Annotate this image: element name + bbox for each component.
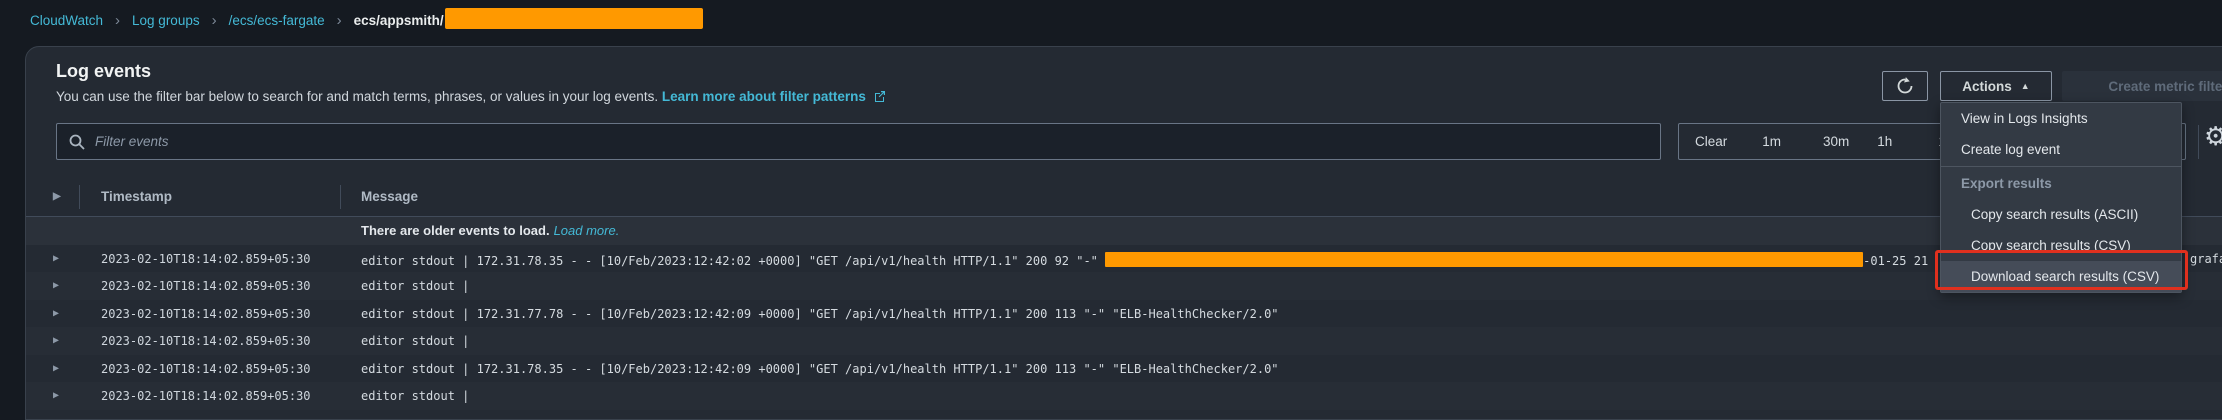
table-row[interactable]: ▶ 2023-02-10T18:14:02.859+05:30 editor s… <box>26 355 2222 383</box>
breadcrumb-log-groups[interactable]: Log groups <box>132 13 200 28</box>
table-row[interactable]: ▶ 2023-02-10T18:14:02.859+05:30 editor s… <box>26 327 2222 355</box>
timestamp-cell: 2023-02-10T18:14:02.859+05:30 <box>101 334 311 348</box>
time-range-1h[interactable]: 1h <box>1877 134 1892 149</box>
menu-section-export-results: Export results <box>1941 168 2181 199</box>
message-cell: editor stdout | 172.31.77.78 - - [10/Feb… <box>361 307 1279 321</box>
redaction-block-breadcrumb <box>445 8 703 29</box>
table-row[interactable]: ▶ 2023-02-10T18:14:02.859+05:30 editor s… <box>26 245 2222 273</box>
menu-item-create-log-event[interactable]: Create log event <box>1941 134 2181 165</box>
breadcrumb-separator: › <box>337 12 342 29</box>
learn-more-link[interactable]: Learn more about filter patterns <box>662 89 866 104</box>
timestamp-cell: 2023-02-10T18:14:02.859+05:30 <box>101 252 311 266</box>
message-cell: editor stdout | <box>361 334 469 348</box>
actions-button[interactable]: Actions ▲ <box>1940 71 2052 101</box>
refresh-button[interactable] <box>1882 71 1928 101</box>
timestamp-cell: 2023-02-10T18:14:02.859+05:30 <box>101 389 311 403</box>
table-row[interactable]: ▶ 2023-02-10T18:14:02.859+05:30 editor s… <box>26 272 2222 300</box>
timestamp-cell: 2023-02-10T18:14:02.859+05:30 <box>101 362 311 376</box>
expand-row-icon[interactable]: ▶ <box>53 390 59 401</box>
column-header-message: Message <box>361 189 418 204</box>
create-metric-filter-button[interactable]: Create metric filter <box>2062 71 2222 101</box>
time-range-30m[interactable]: 30m <box>1823 134 1849 149</box>
filter-events-input[interactable] <box>95 134 1648 149</box>
table-row[interactable]: ▶ 2023-02-10T18:14:02.859+05:30 editor s… <box>26 300 2222 328</box>
expand-row-icon[interactable]: ▶ <box>53 253 59 264</box>
actions-dropdown-menu: View in Logs Insights Create log event E… <box>1940 102 2182 293</box>
breadcrumb: CloudWatch › Log groups › /ecs/ecs-farga… <box>30 0 703 40</box>
search-icon <box>69 134 85 150</box>
column-header-timestamp: Timestamp <box>101 189 172 204</box>
table-header: ▶ Timestamp Message <box>26 177 2222 217</box>
message-cell: editor stdout | <box>361 389 469 403</box>
expand-row-icon[interactable]: ▶ <box>53 363 59 374</box>
divider <box>2198 125 2199 159</box>
menu-item-view-in-logs-insights[interactable]: View in Logs Insights <box>1941 103 2181 134</box>
gear-icon[interactable]: ⚙ <box>2204 121 2222 152</box>
older-events-row: There are older events to load. Load more… <box>26 217 2222 245</box>
load-more-link[interactable]: Load more. <box>554 223 620 238</box>
external-link-icon <box>874 90 886 102</box>
log-events-panel: Log events You can use the filter bar be… <box>25 46 2222 420</box>
message-cell: editor stdout | <box>361 279 469 293</box>
breadcrumb-log-group[interactable]: /ecs/ecs-fargate <box>229 13 325 28</box>
message-cell: editor stdout | 172.31.78.35 - - [10/Feb… <box>361 362 1279 376</box>
expand-all-icon[interactable]: ▶ <box>53 191 61 202</box>
page-title: Log events <box>56 61 151 82</box>
menu-divider <box>1941 166 2181 167</box>
menu-item-copy-search-results-ascii[interactable]: Copy search results (ASCII) <box>1941 199 2181 230</box>
page-description: You can use the filter bar below to sear… <box>56 89 886 104</box>
menu-item-copy-search-results-csv[interactable]: Copy search results (CSV) <box>1941 230 2181 261</box>
message-cell: editor stdout | 172.31.78.35 - - [10/Feb… <box>361 252 1928 268</box>
time-range-1m[interactable]: 1m <box>1762 134 1781 149</box>
time-range-clear[interactable]: Clear <box>1695 134 1727 149</box>
breadcrumb-separator: › <box>115 12 120 29</box>
menu-item-download-search-results-csv[interactable]: Download search results (CSV) <box>1941 261 2181 292</box>
redaction-block-message <box>1105 252 1863 267</box>
breadcrumb-separator: › <box>212 12 217 29</box>
column-divider <box>79 185 80 209</box>
breadcrumb-cloudwatch[interactable]: CloudWatch <box>30 13 103 28</box>
table-row[interactable]: ▶ 2023-02-10T18:14:02.859+05:30 editor s… <box>26 382 2222 410</box>
expand-row-icon[interactable]: ▶ <box>53 308 59 319</box>
timestamp-cell: 2023-02-10T18:14:02.859+05:30 <box>101 307 311 321</box>
filter-events-field[interactable] <box>56 123 1661 160</box>
chevron-up-icon: ▲ <box>2021 81 2030 91</box>
column-divider <box>340 185 341 209</box>
timestamp-cell: 2023-02-10T18:14:02.859+05:30 <box>101 279 311 293</box>
log-events-table: There are older events to load. Load more… <box>26 217 2222 419</box>
expand-row-icon[interactable]: ▶ <box>53 335 59 346</box>
refresh-icon <box>1896 77 1914 95</box>
message-fragment: grafan <box>2190 252 2222 266</box>
expand-row-icon[interactable]: ▶ <box>53 280 59 291</box>
older-events-text: There are older events to load. <box>361 223 550 238</box>
breadcrumb-current-stream: ecs/appsmith/ <box>354 13 444 28</box>
